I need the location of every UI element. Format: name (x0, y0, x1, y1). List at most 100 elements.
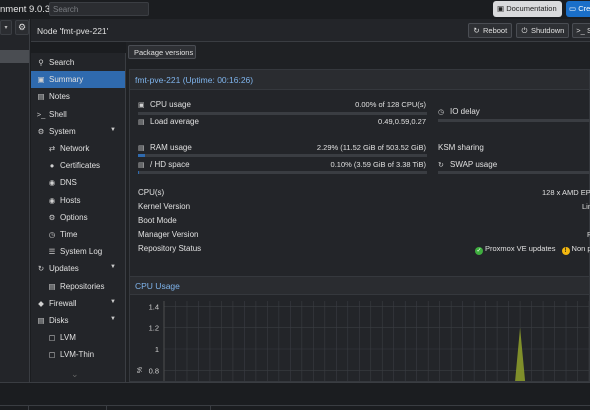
chevron-down-icon[interactable]: ▼ (110, 127, 116, 133)
view-selector[interactable]: ▾ (0, 20, 12, 35)
package-versions-button[interactable]: Package versions (128, 45, 196, 59)
cpu-usage-value: 0.00% of 128 CPU(s) (355, 100, 426, 109)
nav-item-label: LVM (60, 333, 76, 343)
hd-space-bar (138, 171, 427, 174)
y-tick-label: 1.2 (149, 324, 159, 333)
nav-item-label: Shell (49, 109, 67, 119)
search-input[interactable]: Search (49, 2, 149, 16)
shield-icon: ◆ (38, 298, 44, 308)
memory-icon: ▤ (138, 145, 145, 152)
chevron-down-icon[interactable]: ▼ (110, 299, 116, 305)
list-icon: ☰ (48, 247, 56, 257)
gear-icon: ⚙ (37, 126, 45, 136)
clock-icon: ◷ (48, 230, 56, 239)
swap-usage-label: ↻ SWAP usage (438, 160, 498, 169)
gear-icon[interactable]: ⚙ (15, 20, 29, 35)
nav-item-certificates[interactable]: ● Certificates (31, 157, 125, 174)
search-icon: ⚲ (38, 58, 44, 67)
network-icon: ⇄ (48, 144, 56, 153)
square-icon: ▢ (48, 333, 56, 343)
load-average-label: ▤ Load average (138, 117, 199, 126)
column-separator (210, 405, 211, 410)
terminal-icon: >_ (36, 109, 46, 119)
nav-item-disks[interactable]: ▤ Disks ▼ (31, 312, 125, 329)
io-delay-bar (438, 119, 590, 122)
refresh-icon: ↻ (37, 264, 45, 274)
nav-item-label: Hosts (60, 195, 81, 205)
tasks-icon: ▤ (138, 119, 145, 126)
nav-item-notes[interactable]: ▤ Notes (31, 88, 125, 105)
nav-item-label: Certificates (60, 161, 101, 171)
boot-mode-key: Boot Mode (138, 216, 177, 225)
nav-item-hosts[interactable]: ◉ Hosts (31, 192, 125, 209)
hdd-icon: ▤ (37, 316, 45, 325)
nav-item-shell[interactable]: >_ Shell (31, 106, 125, 123)
ksm-sharing-label: KSM sharing (438, 143, 484, 152)
nav-item-label: Options (60, 212, 88, 222)
node-title: Node 'fmt-pve-221' (37, 26, 109, 36)
shell-button[interactable]: >_S (572, 23, 590, 38)
globe-icon: ◉ (48, 178, 56, 188)
swap-usage-bar (438, 171, 590, 174)
nav-item-search[interactable]: ⚲ Search (31, 54, 125, 71)
ram-usage-bar-fill (138, 154, 145, 157)
resource-tree: ▾ ⚙ (0, 19, 30, 382)
nav-item-updates[interactable]: ↻ Updates ▼ (31, 260, 125, 277)
nav-item-repositories[interactable]: ▤ Repositories (31, 278, 125, 295)
cpu-usage-area-spike (515, 327, 526, 381)
column-separator (106, 405, 107, 410)
nav-item-label: LVM-Thin (60, 350, 95, 360)
nav-item-label: Summary (49, 75, 84, 85)
nav-item-dns[interactable]: ◉ DNS (31, 174, 125, 191)
certificate-icon: ● (49, 161, 55, 171)
nav-item-firewall[interactable]: ◆ Firewall ▼ (31, 295, 125, 312)
column-separator (28, 405, 29, 410)
create-vm-button[interactable]: ▭ Cre (566, 1, 590, 17)
ram-usage-label: ▤ RAM usage (138, 143, 192, 152)
hd-space-label: ▤ / HD space (138, 160, 190, 169)
chevron-down-icon[interactable]: ▼ (110, 316, 116, 322)
tree-item-selected[interactable] (0, 50, 29, 63)
nav-item-label: Disks (49, 316, 69, 325)
nav-item-system[interactable]: ⚙ System ▼ (31, 123, 125, 140)
repository-status-value: ✓ Proxmox VE updates ! Non p (475, 244, 590, 255)
task-log-panel (0, 382, 590, 410)
book-icon: ▣ (37, 75, 45, 85)
cpu-icon: ▣ (138, 102, 145, 109)
cpus-value: 128 x AMD EP (542, 188, 590, 197)
reboot-button[interactable]: ↻ Reboot (468, 23, 513, 38)
scroll-down-icon[interactable]: ⌄ (71, 369, 79, 380)
cpu-usage-label: ▣ CPU usage (138, 100, 191, 109)
clock-icon: ◷ (438, 109, 445, 116)
gear-icon: ⚙ (48, 212, 56, 222)
documentation-button[interactable]: ▣ Documentation (493, 1, 562, 17)
hd-space-value: 0.10% (3.59 GiB of 3.38 TiB) (330, 160, 426, 169)
node-summary-content: Package versions fmt-pve-221 (Uptime: 00… (126, 42, 590, 382)
ram-usage-value: 2.29% (11.52 GiB of 503.52 GiB) (316, 143, 426, 152)
nav-item-time[interactable]: ◷ Time (31, 226, 125, 243)
y-tick-label: 0.8 (149, 366, 159, 375)
cpus-key: CPU(s) (138, 188, 165, 197)
manager-version-key: Manager Version (138, 230, 199, 239)
nav-item-options[interactable]: ⚙ Options (31, 209, 125, 226)
globe-icon: ◉ (48, 195, 56, 205)
book-icon: ▣ (497, 4, 505, 13)
nav-item-label: Search (49, 58, 75, 67)
nav-item-label: Repositories (60, 281, 105, 291)
nav-item-label: System (49, 126, 76, 136)
monitor-icon: ▭ (569, 4, 577, 13)
chevron-down-icon[interactable]: ▼ (110, 264, 116, 270)
nav-item-lvm[interactable]: ▢ LVM (31, 329, 125, 346)
node-toolbar: Node 'fmt-pve-221' ↻Reboot ⏻Shutdown >_S (31, 19, 590, 42)
nav-item-summary[interactable]: ▣ Summary (31, 71, 125, 89)
nav-item-lvm-thin[interactable]: ▢ LVM-Thin (31, 346, 125, 363)
terminal-icon: >_ (576, 26, 585, 35)
nav-item-network[interactable]: ⇄ Network (31, 140, 125, 157)
refresh-icon: ↻ (473, 26, 480, 35)
hdd-icon: ▤ (138, 162, 145, 169)
shutdown-button[interactable]: ⏻ Shutdown (516, 23, 570, 38)
kernel-version-value: Lin (582, 202, 590, 211)
nav-item-label: DNS (60, 178, 77, 188)
nav-item-system-log[interactable]: ☰ System Log (31, 243, 125, 260)
node-nav-menu: ⚲ Search ▣ Summary ▤ Notes >_ Shell ⚙ System ▼ ⇄ Net… (31, 53, 126, 382)
